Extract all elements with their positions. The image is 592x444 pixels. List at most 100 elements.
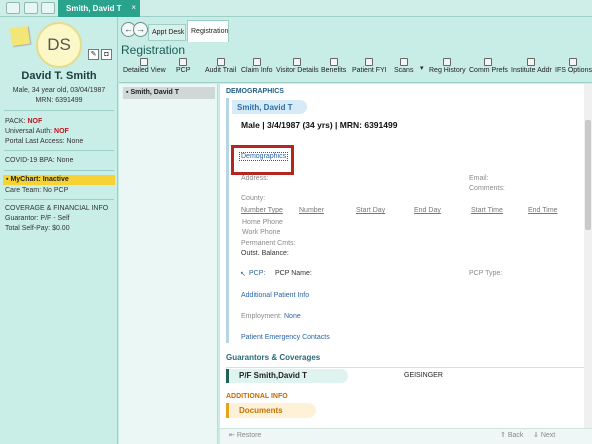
encounter-list [119, 84, 218, 444]
documents-pill[interactable]: Documents [226, 403, 316, 418]
patient-tab[interactable]: Smith, David T × [58, 0, 140, 17]
tab-registration[interactable]: Registration [187, 20, 229, 42]
pcp-type-label: PCP Type: [469, 270, 503, 277]
next-icon: ⇓ [533, 432, 541, 439]
portal-last-access: Portal Last Access: None [5, 138, 84, 145]
toolbar-ifs-options[interactable]: IFS Options [555, 58, 592, 74]
detailed-view-icon [140, 58, 149, 66]
card-patient-name[interactable]: Smith, David T [232, 100, 307, 114]
toolbar-institute-addr[interactable]: Institute Addr [511, 58, 552, 74]
divider [4, 170, 114, 171]
pcp-link[interactable]: PCP: [249, 270, 265, 277]
column-start-day[interactable]: Start Day [356, 207, 385, 214]
restore-button[interactable]: ⇤ Restore [229, 431, 261, 439]
additional-info-heading: ADDITIONAL INFO [226, 393, 288, 400]
address-label: Address: [241, 175, 269, 182]
avatar[interactable]: DS [36, 22, 82, 68]
restore-icon: ⇤ [229, 432, 237, 439]
toolbar-scans[interactable]: Scans [394, 58, 413, 74]
covid-bpa: COVID-19 BPA: None [5, 157, 74, 164]
pcp-icon [179, 58, 188, 66]
toolbar-detailed-view[interactable]: Detailed View [123, 58, 166, 74]
demographics-link[interactable]: Demographics [239, 152, 289, 161]
toolbar-label: PCP [176, 67, 191, 74]
guarantor-info: Guarantor: P/F - Self [5, 215, 70, 222]
toolbar-label: Institute Addr [511, 67, 552, 74]
divider [4, 150, 114, 151]
camera-icon[interactable]: ◘ [101, 49, 112, 60]
scrollbar-thumb[interactable] [585, 120, 591, 230]
divider [4, 110, 114, 111]
patient-tab-label: Smith, David T [66, 4, 122, 13]
county-label: County: [241, 195, 266, 202]
guarantor-pill[interactable]: P/F Smith,David T [226, 369, 348, 383]
flag-icon [365, 58, 374, 66]
employment-value[interactable]: None [284, 313, 301, 320]
scans-dropdown-icon[interactable]: ▾ [420, 64, 424, 72]
home-icon[interactable] [6, 2, 20, 14]
toolbar-visitor-details[interactable]: Visitor Details [276, 58, 319, 74]
toolbar-label: Detailed View [123, 67, 166, 74]
divider [119, 82, 592, 83]
audit-trail-icon [216, 58, 225, 66]
claim-info-icon [252, 58, 261, 66]
column-number[interactable]: Number [299, 207, 324, 214]
toolbar-comm-prefs[interactable]: Comm Prefs [469, 58, 508, 74]
toolbar-claim-info[interactable]: Claim Info [241, 58, 273, 74]
back-button[interactable]: ⇑ Back [500, 431, 523, 439]
next-button[interactable]: ⇓ Next [533, 431, 555, 439]
total-self-pay: Total Self-Pay: $0.00 [5, 225, 70, 232]
patient-mrn: MRN: 6391499 [35, 97, 83, 104]
toolbar-label: Audit Trail [205, 67, 237, 74]
toolbar-label: IFS Options [555, 67, 592, 74]
benefits-icon [329, 58, 338, 66]
list-icon[interactable] [24, 2, 38, 14]
comm-prefs-icon [484, 58, 493, 66]
history-icon [443, 58, 452, 66]
emergency-contacts-link[interactable]: Patient Emergency Contacts [241, 334, 330, 341]
guarantors-heading: Guarantors & Coverages [226, 353, 321, 362]
toolbar-audit-trail[interactable]: Audit Trail [205, 58, 236, 74]
pack-value: NOF [27, 118, 43, 125]
home-phone-label: Home Phone [242, 219, 283, 226]
demographics-heading: DEMOGRAPHICS [226, 88, 284, 95]
close-icon[interactable]: × [131, 3, 136, 12]
tab-appt-desk[interactable]: Appt Desk [148, 24, 186, 41]
toolbar-label: Scans [394, 67, 414, 74]
employment-label: Employment: [241, 313, 282, 320]
list-item-patient[interactable]: ▪ Smith, David T [123, 87, 215, 99]
toolbar-benefits[interactable]: Benefits [321, 58, 346, 74]
column-end-time[interactable]: End Time [528, 207, 558, 214]
next-label: Next [540, 432, 556, 439]
toolbar-pcp[interactable]: PCP [176, 58, 190, 74]
toolbar-reg-history[interactable]: Reg History [429, 58, 466, 74]
forward-arrow-icon[interactable]: → [133, 22, 148, 37]
column-number-type[interactable]: Number Type [241, 207, 283, 214]
page-title: Registration [121, 43, 186, 57]
work-phone-label: Work Phone [242, 229, 281, 236]
pcp-pointer-icon: ↖ [240, 271, 246, 278]
column-start-time[interactable]: Start Time [471, 207, 503, 214]
restore-label: Restore [236, 432, 262, 439]
toolbar-label: Claim Info [241, 67, 273, 74]
back-icon: ⇑ [500, 432, 508, 439]
calendar-icon[interactable] [41, 2, 55, 14]
additional-patient-info-link[interactable]: Additional Patient Info [241, 292, 309, 299]
back-label: Back [507, 432, 524, 439]
patient-demographics: Male, 34 year old, 03/04/1987 [12, 87, 106, 94]
mychart-status[interactable]: ▪ MyChart: Inactive [3, 175, 115, 185]
edit-photo-icon[interactable]: ✎ [88, 49, 99, 60]
guarantor-payer: GEISINGER [404, 372, 443, 379]
list-item-label: Smith, David T [130, 89, 180, 96]
toolbar-patient-fyi[interactable]: Patient FYI [352, 58, 387, 74]
comments-label: Comments: [469, 185, 505, 192]
toolbar-label: Patient FYI [352, 67, 387, 74]
pack-status: PACK: NOF [5, 118, 42, 125]
column-end-day[interactable]: End Day [414, 207, 441, 214]
toolbar-label: Benefits [321, 67, 347, 74]
coverage-heading: COVERAGE & FINANCIAL INFO [5, 205, 109, 212]
patient-name: David T. Smith [21, 70, 97, 82]
ifs-options-icon [569, 58, 578, 66]
care-team: Care Team: No PCP [5, 187, 69, 194]
sticky-note-icon[interactable] [9, 25, 31, 47]
